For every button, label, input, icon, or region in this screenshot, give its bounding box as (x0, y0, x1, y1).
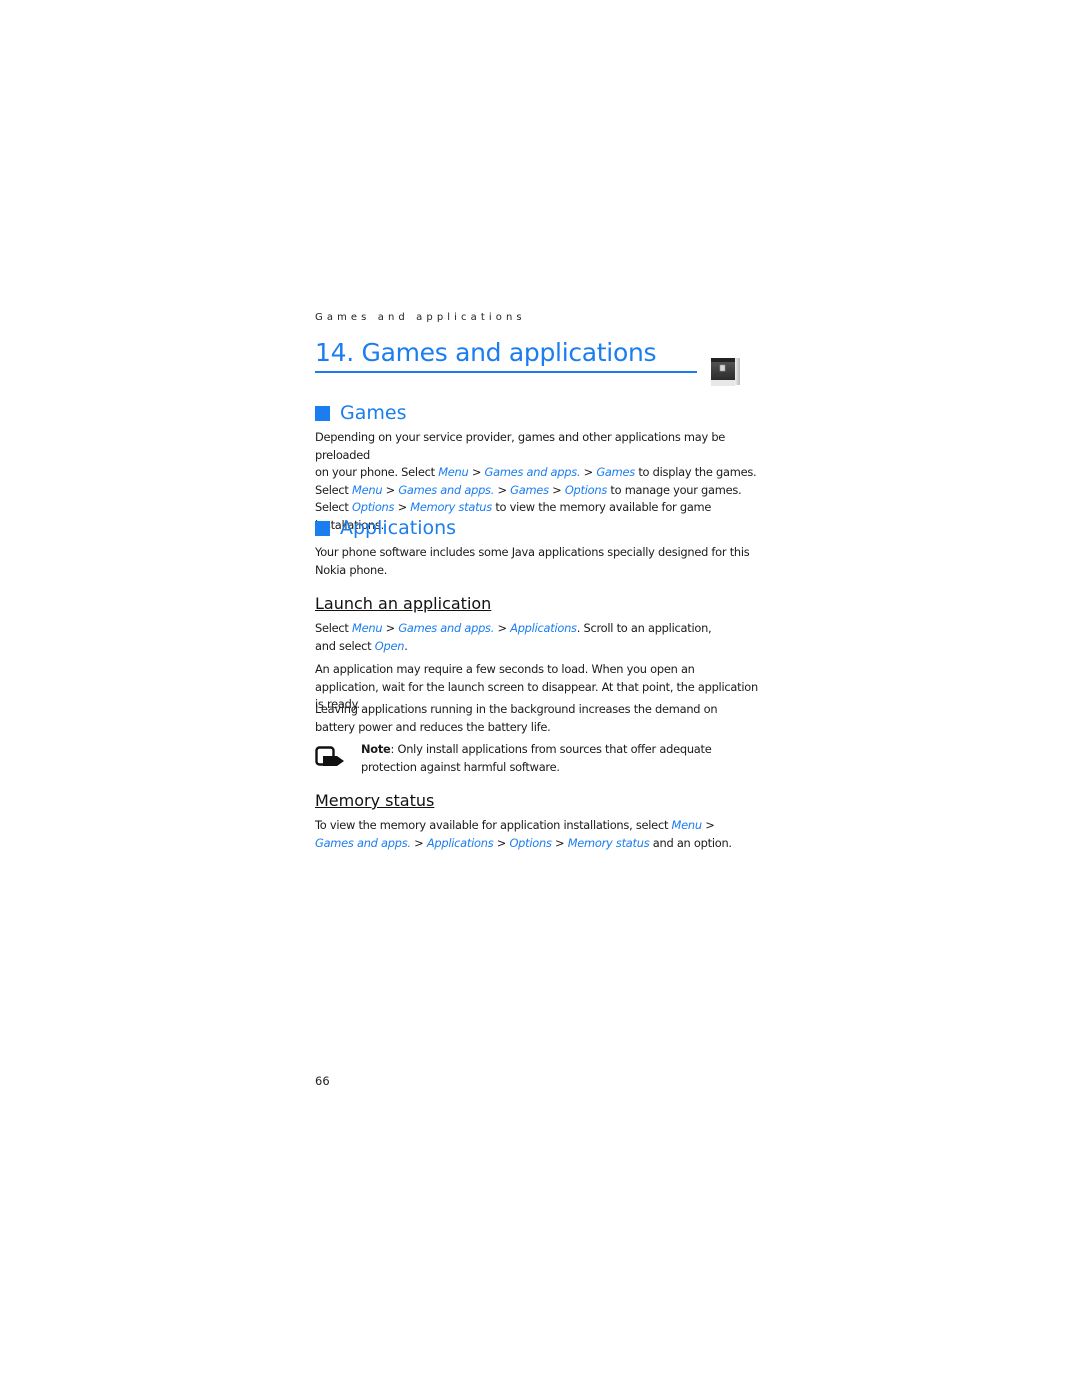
menu-path-link[interactable]: Open (375, 639, 405, 653)
menu-path-link[interactable]: Menu (352, 621, 383, 635)
menu-path-link[interactable]: Games and apps. (485, 465, 581, 479)
text-run: > (701, 818, 715, 832)
text-run: > (551, 835, 568, 850)
chapter-title: 14. Games and applications (315, 338, 657, 367)
battery-paragraph: Leaving applications running in the back… (315, 702, 718, 734)
section-heading-games: Games (315, 402, 406, 424)
text-run: > (468, 465, 485, 480)
text-line: on your phone. Select Menu > Games and a… (315, 464, 760, 482)
menu-path-link[interactable]: Memory status (568, 836, 650, 850)
text-run: Select (315, 500, 353, 515)
launch-steps-paragraph: Select Menu > Games and apps. > Applicat… (315, 620, 760, 655)
text-run: to manage your games. (607, 482, 742, 497)
text-run: > (494, 621, 511, 635)
text-run: on your phone. Select (315, 465, 439, 480)
menu-path-link[interactable]: Menu (672, 818, 703, 832)
text-line: Select Menu > Games and apps. > Games > … (315, 482, 760, 500)
chapter-heading: 14. Games and applications (315, 336, 697, 373)
running-header: Games and applications (315, 312, 526, 323)
text-line: Games and apps. > Applications > Options… (315, 835, 760, 853)
text-run: and an option. (649, 835, 732, 850)
square-bullet-icon (315, 405, 330, 421)
menu-path-link[interactable]: Memory status (410, 500, 492, 514)
menu-path-link[interactable]: Games and apps. (398, 483, 494, 497)
text-run: . Scroll to an application, (576, 621, 712, 635)
text-run: Depending on your service provider, game… (315, 430, 726, 462)
menu-path-link[interactable]: Games and apps. (315, 836, 411, 850)
menu-path-link[interactable]: Games (596, 465, 635, 479)
note-label: Note (361, 742, 391, 756)
text-line: Select Menu > Games and apps. > Applicat… (315, 620, 760, 638)
text-line: To view the memory available for applica… (315, 817, 760, 835)
text-run: . (404, 638, 408, 653)
menu-path-link[interactable]: Applications (510, 621, 577, 635)
text-run: Select (315, 621, 353, 635)
note-text: Note: Only install applications from sou… (361, 741, 761, 776)
text-run: > (493, 835, 510, 850)
text-run: > (580, 465, 597, 480)
menu-path-link[interactable]: Menu (438, 465, 469, 479)
text-run: > (382, 482, 399, 497)
menu-path-link[interactable]: Games and apps. (398, 621, 494, 635)
menu-path-link[interactable]: Menu (352, 483, 383, 497)
menu-path-link[interactable]: Applications (427, 836, 494, 850)
text-run: > (410, 835, 427, 850)
text-run: to display the games. (634, 465, 757, 480)
text-run: Select (315, 482, 353, 497)
applications-intro: Your phone software includes some Java a… (315, 545, 750, 577)
section-heading-text: Applications (340, 517, 457, 539)
page-number: 66 (315, 1074, 330, 1088)
text-line: and select Open. (315, 638, 760, 656)
text-line: Depending on your service provider, game… (315, 429, 760, 464)
menu-path-link[interactable]: Games (510, 483, 549, 497)
menu-path-link[interactable]: Options (352, 500, 394, 514)
text-run: > (382, 621, 399, 635)
text-run: > (548, 482, 565, 497)
note-icon (315, 746, 344, 766)
section-heading-applications: Applications (315, 517, 456, 539)
menu-path-link[interactable]: Options (565, 483, 607, 497)
subheading-memory-status: Memory status (315, 791, 435, 810)
square-bullet-icon (315, 520, 330, 536)
memory-status-paragraph: To view the memory available for applica… (315, 817, 760, 852)
menu-path-link[interactable]: Options (509, 836, 551, 850)
text-run: > (394, 500, 411, 515)
treasure-chest-icon (711, 358, 740, 386)
text-run: and select (315, 638, 375, 653)
subheading-launch-application: Launch an application (315, 594, 492, 613)
text-run: > (494, 482, 511, 497)
note-body: : Only install applications from sources… (361, 742, 712, 774)
text-run: To view the memory available for applica… (315, 818, 672, 832)
section-heading-text: Games (340, 402, 407, 424)
